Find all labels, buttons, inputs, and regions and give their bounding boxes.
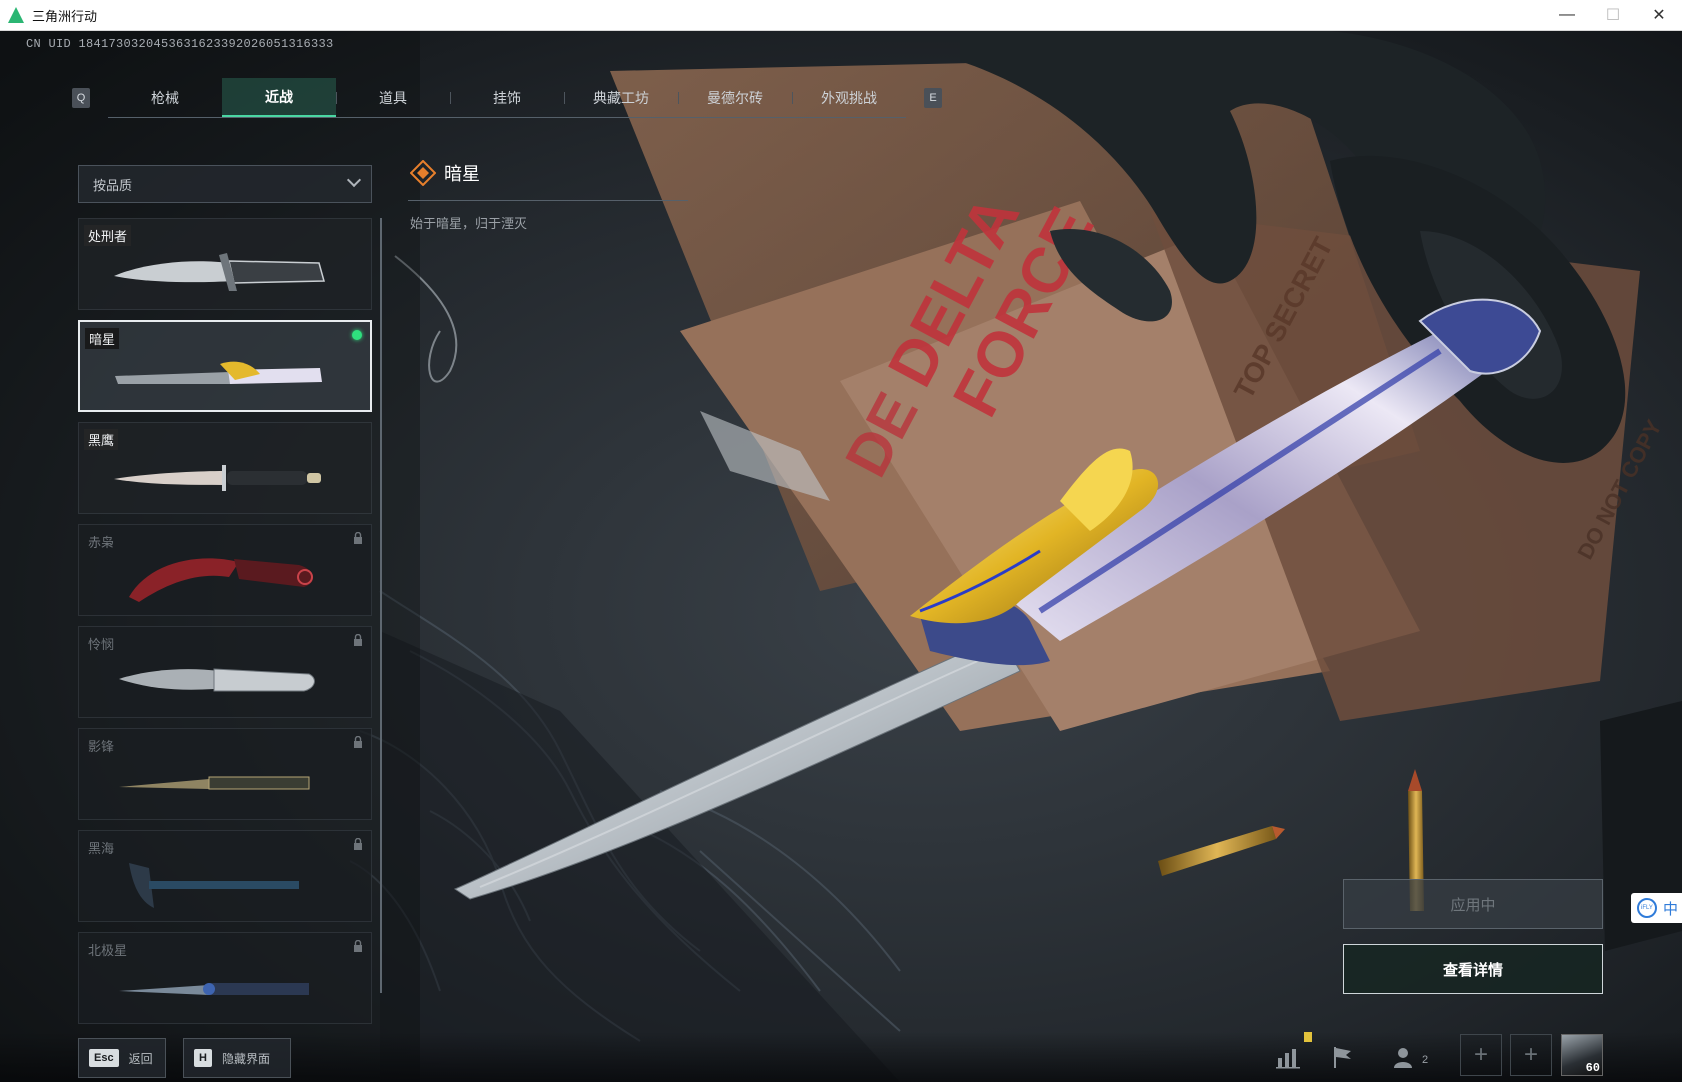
tab-firearms[interactable]: 枪械 <box>108 78 222 117</box>
item-card-executioner[interactable]: 处刑者 <box>78 218 372 310</box>
sort-by-quality-dropdown[interactable]: 按品质 <box>78 165 372 203</box>
lock-icon <box>354 838 362 850</box>
equipped-indicator <box>352 330 362 340</box>
tab-melee[interactable]: 近战 <box>222 78 336 117</box>
tactical-knife-icon <box>114 253 325 291</box>
esc-key-hint: Esc <box>89 1049 119 1067</box>
melee-item-list: 处刑者 暗星 黑鹰 赤枭 怜悯 影锋 黑海 北极星 <box>78 218 372 1034</box>
minimize-button[interactable]: — <box>1544 0 1590 30</box>
flag-icon[interactable] <box>1330 1044 1356 1070</box>
dropdown-selected-value: 按品质 <box>93 177 133 193</box>
selected-item-title: 暗星 <box>444 164 480 184</box>
chevron-down-icon <box>346 172 362 188</box>
ime-indicator[interactable]: iFLY 中 <box>1631 893 1682 923</box>
karambit-icon <box>129 558 314 602</box>
close-button[interactable]: ✕ <box>1636 0 1682 30</box>
hide-ui-button[interactable]: H 隐藏界面 <box>183 1038 291 1078</box>
combat-knife-icon <box>114 465 321 491</box>
maximize-button[interactable]: ☐ <box>1590 0 1636 30</box>
item-card-polaris[interactable]: 北极星 <box>78 932 372 1024</box>
lock-icon <box>354 736 362 748</box>
add-party-slot-1-button[interactable]: + <box>1460 1034 1502 1076</box>
window-titlebar[interactable]: 三角洲行动 — ☐ ✕ <box>0 0 1682 31</box>
tab-items[interactable]: 道具 <box>336 78 450 117</box>
rarity-diamond-icon <box>410 160 436 186</box>
tab-charms[interactable]: 挂饰 <box>450 78 564 117</box>
hide-ui-label: 隐藏界面 <box>221 1051 270 1066</box>
item-card-red-owl[interactable]: 赤枭 <box>78 524 372 616</box>
player-avatar[interactable]: 60 <box>1561 1034 1603 1076</box>
prev-tab-key-hint[interactable]: Q <box>72 88 90 108</box>
selected-item-header: 暗星 <box>410 160 480 186</box>
stats-bar-chart-icon[interactable] <box>1275 1044 1301 1070</box>
item-card-mercy[interactable]: 怜悯 <box>78 626 372 718</box>
category-tab-bar: Q 枪械 近战 道具 挂饰 典藏工坊 曼德尔砖 外观挑战 E <box>72 78 942 118</box>
applying-status-button: 应用中 <box>1343 879 1603 929</box>
folding-knife-icon <box>119 668 315 692</box>
add-party-slot-2-button[interactable]: + <box>1510 1034 1552 1076</box>
back-button[interactable]: Esc 返回 <box>78 1038 166 1078</box>
tab-mandel-brick[interactable]: 曼德尔砖 <box>678 78 792 117</box>
item-card-black-hawk[interactable]: 黑鹰 <box>78 422 372 514</box>
tomahawk-icon <box>129 863 299 908</box>
dark-star-knife-icon <box>115 361 322 384</box>
friends-online-count: 2 <box>1422 1054 1429 1066</box>
selected-item-description: 始于暗星，归于湮灭 <box>410 216 528 231</box>
friends-icon[interactable] <box>1392 1044 1418 1070</box>
app-logo-icon <box>8 7 24 23</box>
back-label: 返回 <box>128 1051 153 1066</box>
window-title: 三角洲行动 <box>32 8 98 24</box>
shadow-blade-icon <box>119 776 310 790</box>
player-uid: CN UID 184173032045363162339202605131633… <box>26 37 334 51</box>
lock-icon <box>354 532 362 544</box>
ime-mode-label: 中 <box>1663 900 1679 918</box>
item-list-scrollbar[interactable] <box>380 218 382 993</box>
tab-collection-workshop[interactable]: 典藏工坊 <box>564 78 678 117</box>
polaris-knife-icon <box>119 983 309 995</box>
item-card-shadow-edge[interactable]: 影锋 <box>78 728 372 820</box>
view-details-button[interactable]: 查看详情 <box>1343 944 1603 994</box>
next-tab-key-hint[interactable]: E <box>924 88 942 108</box>
item-card-dark-star[interactable]: 暗星 <box>78 320 372 412</box>
player-level: 60 <box>1585 1061 1600 1075</box>
title-divider <box>408 200 688 201</box>
notification-badge <box>1304 1032 1312 1042</box>
tab-appearance-challenge[interactable]: 外观挑战 <box>792 78 906 117</box>
ime-logo-icon: iFLY <box>1637 898 1657 918</box>
lock-icon <box>354 634 362 646</box>
item-card-black-sea[interactable]: 黑海 <box>78 830 372 922</box>
h-key-hint: H <box>194 1049 212 1067</box>
game-window: 三角洲行动 — ☐ ✕ DELTA FORCE DE TOP SECRET DO… <box>0 0 1682 1082</box>
window-controls: — ☐ ✕ <box>1544 0 1682 30</box>
lock-icon <box>354 940 362 952</box>
category-tabs: 枪械 近战 道具 挂饰 典藏工坊 曼德尔砖 外观挑战 <box>108 78 906 118</box>
